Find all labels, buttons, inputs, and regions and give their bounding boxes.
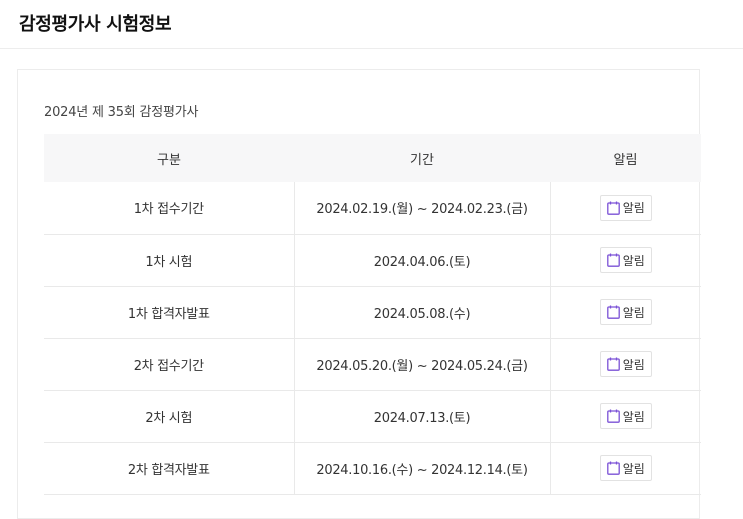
header-category: 구분 <box>157 152 181 168</box>
schedule-table: 구분 기간 알림 1차 접수기간 2024.02.19.(월) ~ 2024.02… <box>44 134 701 495</box>
alarm-label: 알림 <box>622 305 645 320</box>
alarm-button[interactable]: 알림 <box>599 194 652 221</box>
row-category: 2차 접수기간 <box>133 358 204 374</box>
alarm-button[interactable]: 알림 <box>599 403 652 429</box>
calendar-icon <box>606 461 620 475</box>
header-period: 기간 <box>410 152 434 168</box>
row-category: 1차 합격자발표 <box>127 306 210 322</box>
table-row: 1차 접수기간 2024.02.19.(월) ~ 2024.02.23.(금) 알림 <box>44 182 701 234</box>
calendar-icon <box>606 409 620 423</box>
alarm-label: 알림 <box>622 461 645 476</box>
alarm-button[interactable]: 알림 <box>599 455 652 481</box>
table-row: 1차 합격자발표 2024.05.08.(수) 알림 <box>44 286 701 338</box>
page-header: 감정평가사 시험정보 <box>0 0 743 49</box>
table-row: 2차 합격자발표 2024.10.16.(수) ~ 2024.12.14.(토) 알… <box>44 442 701 494</box>
row-category: 1차 시험 <box>145 254 193 270</box>
alarm-button[interactable]: 알림 <box>599 299 652 325</box>
row-alarm-cell: 알림 <box>550 338 701 390</box>
calendar-icon <box>606 357 620 371</box>
alarm-label: 알림 <box>622 201 645 216</box>
calendar-icon <box>606 201 620 215</box>
table-header-row: 구분 기간 알림 <box>44 134 701 182</box>
alarm-label: 알림 <box>622 409 645 424</box>
exam-card: 2024년 제 35회 감정평가사 구분 기간 알림 1차 접수기간 2024.0… <box>17 69 701 519</box>
table-row: 1차 시험 2024.04.06.(토) 알림 <box>44 234 701 286</box>
row-period: 2024.10.16.(수) ~ 2024.12.14.(토) <box>293 442 551 494</box>
exam-title: 2024년 제 35회 감정평가사 <box>44 105 199 120</box>
row-period: 2024.05.20.(월) ~ 2024.05.24.(금) <box>293 338 551 390</box>
header-alarm: 알림 <box>613 152 638 168</box>
row-alarm-cell: 알림 <box>550 182 701 234</box>
alarm-button[interactable]: 알림 <box>599 247 652 273</box>
row-alarm-cell: 알림 <box>550 234 701 286</box>
row-alarm-cell: 알림 <box>550 390 701 442</box>
row-period: 2024.04.06.(토) <box>293 234 551 286</box>
row-category: 2차 시험 <box>145 410 193 426</box>
alarm-label: 알림 <box>622 253 645 268</box>
row-period: 2024.02.19.(월) ~ 2024.02.23.(금) <box>293 182 551 234</box>
row-period: 2024.05.08.(수) <box>293 286 551 338</box>
table-row: 2차 접수기간 2024.05.20.(월) ~ 2024.05.24.(금) 알림 <box>44 338 701 390</box>
calendar-icon <box>606 253 620 267</box>
row-alarm-cell: 알림 <box>550 286 701 338</box>
alarm-label: 알림 <box>622 357 645 372</box>
row-category: 2차 합격자발표 <box>127 462 210 478</box>
row-period: 2024.07.13.(토) <box>293 390 551 442</box>
table-row: 2차 시험 2024.07.13.(토) 알림 <box>44 390 701 442</box>
row-alarm-cell: 알림 <box>550 442 701 494</box>
page-title: 감정평가사 시험정보 <box>19 14 172 35</box>
calendar-icon <box>606 305 620 319</box>
alarm-button[interactable]: 알림 <box>599 351 652 377</box>
row-category: 1차 접수기간 <box>133 202 204 218</box>
